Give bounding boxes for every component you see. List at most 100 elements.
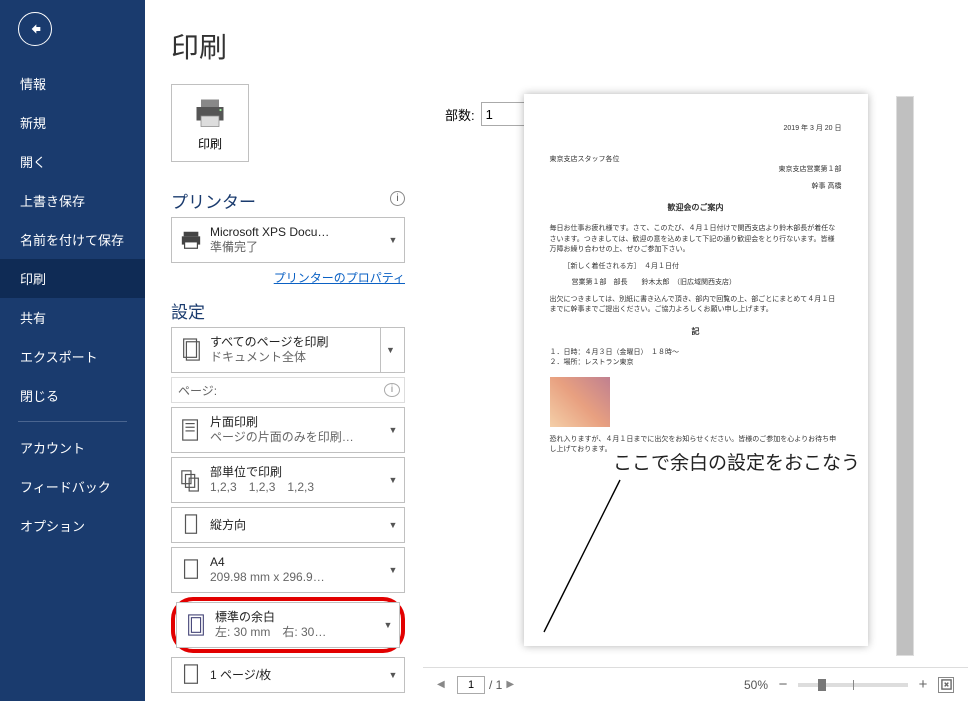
collate-icon: [178, 465, 204, 495]
paper-icon: [178, 555, 204, 585]
print-range-selector[interactable]: すべてのページを印刷 ドキュメント全体 ▼: [171, 327, 405, 373]
preview-scrollbar[interactable]: [896, 96, 914, 656]
zoom-in-button[interactable]: +: [916, 676, 930, 693]
sides-line1: 片面印刷: [210, 415, 386, 430]
page-title: 印刷: [145, 0, 968, 84]
nav-info[interactable]: 情報: [0, 64, 145, 103]
nav-print[interactable]: 印刷: [0, 259, 145, 298]
nav-account[interactable]: アカウント: [0, 428, 145, 467]
back-button[interactable]: [18, 12, 52, 46]
doc-rec: 記: [550, 326, 842, 338]
backstage-sidebar: 情報 新規 開く 上書き保存 名前を付けて保存 印刷 共有 エクスポート 閉じる…: [0, 0, 145, 701]
main-pane: 印刷 部数: ▲ ▼ 印刷 プリンター i: [145, 0, 968, 701]
chevron-down-icon: ▼: [386, 520, 400, 530]
orientation-selector[interactable]: 縦方向 ▼: [171, 507, 405, 543]
doc-body2: 出欠につきましては、別紙に書き込んで頂き、部内で回覧の上、部ごとにまとめて４月１…: [550, 295, 842, 316]
pages-info-icon[interactable]: i: [384, 383, 400, 397]
preview-pane: 2019 年 3 月 20 日 東京支店スタッフ各位 東京支店営業第１部 幹事 …: [423, 84, 968, 701]
printer-heading: プリンター i: [171, 188, 405, 213]
prev-page-button[interactable]: ◀: [437, 679, 453, 690]
sides-line2: ページの片面のみを印刷…: [210, 430, 386, 445]
document-preview: 2019 年 3 月 20 日 東京支店スタッフ各位 東京支店営業第１部 幹事 …: [524, 94, 868, 646]
settings-heading: 設定: [171, 298, 405, 323]
zoom-handle[interactable]: [818, 679, 826, 691]
zoom-tick: [853, 680, 854, 690]
settings-column: 印刷 プリンター i Microsoft XPS Docu… 準備完了 ▼ プリ…: [145, 84, 405, 701]
portrait-icon: [178, 510, 204, 540]
orientation-line1: 縦方向: [210, 518, 386, 533]
doc-sub1: ［新しく着任される方］ ４月１日付: [550, 262, 842, 273]
collate-line2: 1,2,3 1,2,3 1,2,3: [210, 480, 386, 495]
nav-feedback[interactable]: フィードバック: [0, 467, 145, 506]
margins-icon: [183, 610, 209, 640]
printer-status: 準備完了: [210, 240, 386, 255]
margins-line2: 左: 30 mm 右: 30…: [215, 625, 381, 640]
nav-close[interactable]: 閉じる: [0, 376, 145, 415]
doc-item1: １．日時：４月３日（金曜日） １８時～: [550, 348, 842, 359]
pages-per-sheet-selector[interactable]: 1 ページ/枚 ▼: [171, 657, 405, 693]
paper-line1: A4: [210, 555, 386, 570]
doc-body1: 毎日お仕事お疲れ様です。さて、このたび、４月１日付けで関西支店より鈴木部長が着任…: [550, 224, 842, 256]
pages-stack-icon: [178, 335, 204, 365]
nav-open[interactable]: 開く: [0, 142, 145, 181]
doc-from1: 東京支店営業第１部: [550, 165, 842, 176]
printer-selector[interactable]: Microsoft XPS Docu… 準備完了 ▼: [171, 217, 405, 263]
page-per-sheet-icon: [178, 660, 204, 690]
fit-page-button[interactable]: [938, 677, 954, 693]
printer-properties-link[interactable]: プリンターのプロパティ: [171, 269, 405, 286]
doc-sub2: 営業第１部 部長 鈴木太郎 （旧広域関西支店）: [550, 278, 842, 289]
one-sided-icon: [178, 415, 204, 445]
nav-options[interactable]: オプション: [0, 506, 145, 545]
nav-export[interactable]: エクスポート: [0, 337, 145, 376]
sides-selector[interactable]: 片面印刷 ページの片面のみを印刷… ▼: [171, 407, 405, 453]
page-total: / 1: [489, 678, 502, 692]
print-button[interactable]: 印刷: [171, 84, 249, 162]
chevron-down-icon: ▼: [386, 235, 400, 245]
nav-share[interactable]: 共有: [0, 298, 145, 337]
chevron-down-icon: ▼: [381, 620, 395, 630]
print-button-label: 印刷: [198, 135, 222, 152]
chevron-down-icon: ▼: [386, 475, 400, 485]
zoom-out-button[interactable]: −: [776, 676, 790, 693]
annotation-text: ここで余白の設定をおこなう: [607, 444, 866, 479]
pages-field[interactable]: ページ: i: [171, 377, 405, 403]
printer-name: Microsoft XPS Docu…: [210, 225, 386, 240]
printer-device-icon: [178, 225, 204, 255]
page-number-input[interactable]: [457, 676, 485, 694]
chevron-down-icon: ▼: [384, 345, 398, 355]
doc-item2: ２．場所：レストラン東京: [550, 358, 842, 369]
paper-line2: 209.98 mm x 296.9…: [210, 570, 386, 585]
doc-from2: 幹事 高橋: [550, 182, 842, 193]
zoom-percent: 50%: [744, 678, 768, 692]
margins-highlight: 標準の余白 左: 30 mm 右: 30… ▼: [171, 597, 405, 653]
print-range-line2: ドキュメント全体: [210, 350, 380, 365]
pages-input[interactable]: [223, 379, 384, 401]
preview-footer: ◀ / 1 ▶ 50% − +: [423, 667, 968, 701]
next-page-button[interactable]: ▶: [506, 679, 522, 690]
chevron-down-icon: ▼: [386, 425, 400, 435]
arrow-left-icon: [27, 21, 43, 37]
scroll-thumb[interactable]: [897, 97, 913, 655]
zoom-slider[interactable]: [798, 683, 908, 687]
printer-icon: [192, 95, 228, 131]
nav-save-as[interactable]: 名前を付けて保存: [0, 220, 145, 259]
margins-line1: 標準の余白: [215, 610, 381, 625]
paper-selector[interactable]: A4 209.98 mm x 296.9… ▼: [171, 547, 405, 593]
printer-info-icon[interactable]: i: [390, 191, 405, 206]
doc-date: 2019 年 3 月 20 日: [550, 124, 842, 135]
nav-save[interactable]: 上書き保存: [0, 181, 145, 220]
doc-to: 東京支店スタッフ各位: [550, 155, 842, 166]
collate-line1: 部単位で印刷: [210, 465, 386, 480]
pages-label: ページ:: [172, 382, 223, 399]
margins-selector[interactable]: 標準の余白 左: 30 mm 右: 30… ▼: [176, 602, 400, 648]
doc-title: 歓迎会のご案内: [550, 202, 842, 214]
preview-body[interactable]: 2019 年 3 月 20 日 東京支店スタッフ各位 東京支店営業第１部 幹事 …: [423, 84, 968, 667]
chevron-down-icon: ▼: [386, 670, 400, 680]
fit-page-icon: [941, 679, 952, 690]
doc-map: [550, 377, 610, 427]
nav-separator: [18, 421, 127, 422]
collation-selector[interactable]: 部単位で印刷 1,2,3 1,2,3 1,2,3 ▼: [171, 457, 405, 503]
chevron-down-icon: ▼: [386, 565, 400, 575]
pps-line1: 1 ページ/枚: [210, 668, 386, 683]
nav-new[interactable]: 新規: [0, 103, 145, 142]
